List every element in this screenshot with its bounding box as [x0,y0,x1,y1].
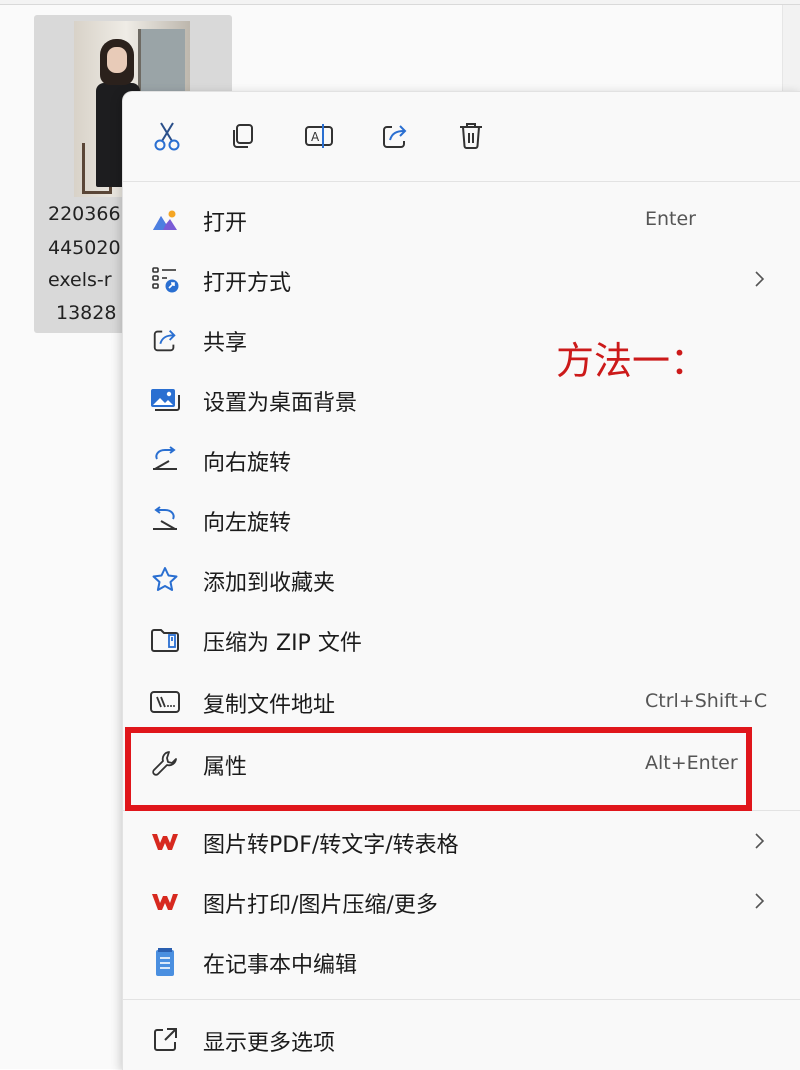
menu-item-rotate-right[interactable]: 向右旋转 [123,430,800,490]
menu-item-label: 复制文件地址 [203,693,336,718]
menu-item-label: 打开方式 [203,271,292,296]
svg-text:A: A [311,130,320,144]
menu-item-wps-pdf[interactable]: 图片转PDF/转文字/转表格 [123,812,800,872]
chevron-right-icon [755,833,765,849]
menu-item-open[interactable]: 打开 Enter [123,190,800,250]
share-button[interactable] [375,116,415,156]
menu-item-label: 共享 [203,331,248,356]
menu-divider [123,999,800,1000]
rename-icon: A [305,124,333,148]
chevron-right-icon [755,893,765,909]
explorer-top-border [0,0,800,5]
open-external-icon [149,1024,181,1056]
menu-item-label: 图片转PDF/转文字/转表格 [203,833,459,858]
menu-item-label: 打开 [203,211,248,236]
rename-button[interactable]: A [299,116,339,156]
menu-item-rotate-left[interactable]: 向左旋转 [123,490,800,550]
menu-item-wps-print[interactable]: 图片打印/图片压缩/更多 [123,872,800,932]
menu-item-compress-zip[interactable]: 压缩为 ZIP 文件 [123,610,800,670]
menu-item-label: 设置为桌面背景 [203,391,358,416]
delete-button[interactable] [451,116,491,156]
shortcut-text: Ctrl+Shift+C [645,690,768,712]
wallpaper-icon [149,384,181,416]
menu-item-label: 图片打印/图片压缩/更多 [203,893,438,918]
wps-icon [149,826,181,858]
share-icon [383,125,407,148]
menu-item-label: 向右旋转 [203,451,292,476]
menu-item-more-options[interactable]: 显示更多选项 [123,1010,800,1070]
star-icon [149,564,181,596]
menu-item-label: 显示更多选项 [203,1031,336,1056]
chevron-right-icon [755,271,765,287]
menu-item-copy-path[interactable]: 复制文件地址 Ctrl+Shift+C [123,672,800,732]
copy-icon [233,124,253,148]
menu-item-label: 添加到收藏夹 [203,571,336,596]
highlight-box [125,727,752,811]
menu-item-notepad-edit[interactable]: 在记事本中编辑 [123,932,800,992]
cut-icon [154,122,180,151]
context-menu: A 打开 Enter 打开方式 共享 设置为桌面背景 向右旋转 向左旋转 添加到… [122,91,800,1070]
photos-app-icon [149,204,181,236]
menu-item-add-favorites[interactable]: 添加到收藏夹 [123,550,800,610]
cut-button[interactable] [147,116,187,156]
wps-icon [149,886,181,918]
share-icon [149,324,181,356]
menu-divider [123,181,800,182]
open-with-icon [149,264,181,296]
copy-button[interactable] [223,116,263,156]
menu-toolbar: A [123,92,800,180]
menu-item-label: 向左旋转 [203,511,292,536]
rotate-left-icon [149,504,181,536]
delete-icon [460,123,482,149]
rotate-right-icon [149,444,181,476]
menu-item-label: 压缩为 ZIP 文件 [203,631,362,656]
menu-item-open-with[interactable]: 打开方式 [123,250,800,310]
shortcut-text: Enter [645,208,696,230]
zip-folder-icon [149,624,181,656]
notepad-icon [149,946,181,978]
annotation-text: 方法一： [556,339,709,383]
copy-path-icon [149,686,181,718]
menu-item-label: 在记事本中编辑 [203,953,358,978]
